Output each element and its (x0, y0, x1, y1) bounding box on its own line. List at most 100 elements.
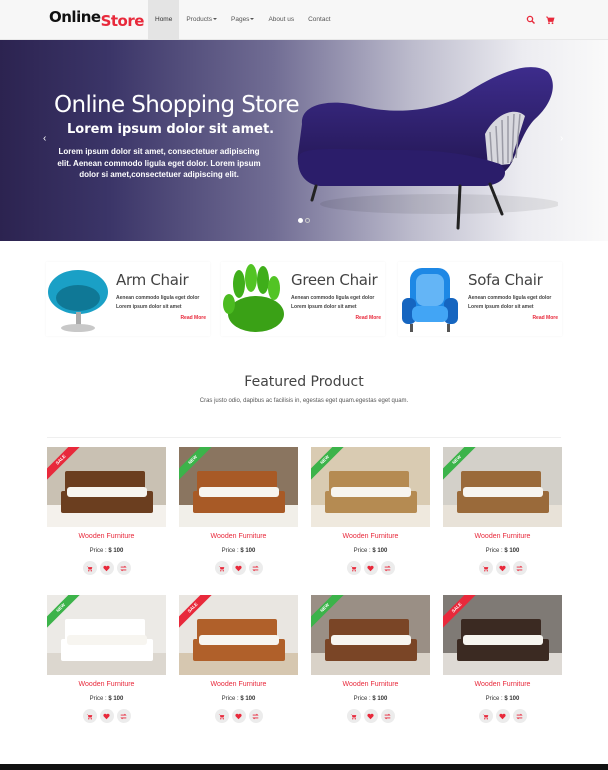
product-card[interactable]: SALE Wooden Furniture Price : $ 100 (47, 447, 166, 587)
price-value: $ 100 (372, 548, 388, 554)
slider-dot-1[interactable] (298, 218, 303, 223)
product-actions (443, 709, 562, 723)
add-to-cart-button[interactable] (478, 561, 493, 575)
nav-pages[interactable]: Pages (224, 0, 261, 40)
product-card[interactable]: NEW Wooden Furniture Price : $ 100 (47, 595, 166, 735)
product-card[interactable]: NEW Wooden Furniture Price : $ 100 (179, 447, 298, 587)
price-label: Price : (485, 696, 503, 702)
hero-subtitle: Lorem ipsum dolor sit amet. (67, 122, 275, 137)
heart-icon (367, 713, 374, 719)
wishlist-button[interactable] (231, 709, 246, 723)
compare-button[interactable] (116, 709, 131, 723)
slider-next-arrow[interactable]: › (560, 133, 563, 144)
add-to-cart-button[interactable] (82, 561, 97, 575)
nav-home[interactable]: Home (148, 0, 180, 40)
wishlist-button[interactable] (363, 561, 378, 575)
read-more-link[interactable]: Read More (532, 315, 558, 321)
compare-button[interactable] (512, 561, 527, 575)
product-badge: SALE (179, 595, 213, 629)
product-name[interactable]: Wooden Furniture (47, 681, 166, 688)
price-label: Price : (353, 548, 371, 554)
wishlist-button[interactable] (495, 709, 510, 723)
nav-pages-label: Pages (231, 16, 250, 23)
price-label: Price : (89, 548, 107, 554)
hero-slider: Online Shopping Store Lorem ipsum dolor … (0, 40, 608, 241)
price-label: Price : (485, 548, 503, 554)
product-actions (311, 561, 430, 575)
slider-dot-2[interactable] (305, 218, 310, 223)
add-to-cart-button[interactable] (82, 709, 97, 723)
compare-icon (384, 565, 391, 571)
hero-title: Online Shopping Store (54, 92, 300, 118)
nav-about[interactable]: About us (261, 0, 301, 40)
product-card[interactable]: NEW Wooden Furniture Price : $ 100 (311, 595, 430, 735)
compare-icon (252, 565, 259, 571)
product-price: Price : $ 100 (47, 548, 166, 554)
product-price: Price : $ 100 (179, 696, 298, 702)
price-value: $ 100 (108, 696, 124, 702)
nav-contact[interactable]: Contact (301, 0, 337, 40)
heart-icon (103, 713, 110, 719)
read-more-link[interactable]: Read More (180, 315, 206, 321)
product-price: Price : $ 100 (311, 548, 430, 554)
compare-icon (384, 713, 391, 719)
product-price: Price : $ 100 (311, 696, 430, 702)
site-logo[interactable]: OnlineStore (49, 6, 144, 30)
product-name[interactable]: Wooden Furniture (179, 533, 298, 540)
product-card[interactable]: SALE Wooden Furniture Price : $ 100 (443, 595, 562, 735)
add-to-cart-button[interactable] (346, 709, 361, 723)
product-actions (443, 561, 562, 575)
search-icon[interactable] (526, 15, 536, 25)
product-badge: NEW (47, 595, 81, 629)
product-name[interactable]: Wooden Furniture (179, 681, 298, 688)
wishlist-button[interactable] (99, 709, 114, 723)
badge-label: SALE (443, 595, 477, 629)
heart-icon (235, 565, 242, 571)
add-to-cart-button[interactable] (214, 561, 229, 575)
product-name[interactable]: Wooden Furniture (443, 681, 562, 688)
product-badge: NEW (179, 447, 213, 481)
add-to-cart-button[interactable] (214, 709, 229, 723)
product-name[interactable]: Wooden Furniture (311, 533, 430, 540)
cart-icon (218, 565, 225, 572)
hero-sofa-image (297, 67, 558, 230)
cart-icon (350, 565, 357, 572)
wishlist-button[interactable] (231, 561, 246, 575)
nav-products[interactable]: Products (179, 0, 224, 40)
product-card[interactable]: NEW Wooden Furniture Price : $ 100 (443, 447, 562, 587)
compare-button[interactable] (380, 709, 395, 723)
product-name[interactable]: Wooden Furniture (311, 681, 430, 688)
compare-button[interactable] (380, 561, 395, 575)
category-card-arm-chair[interactable]: Arm Chair Aenean commodo ligula eget dol… (46, 262, 210, 336)
add-to-cart-button[interactable] (478, 709, 493, 723)
product-actions (47, 561, 166, 575)
compare-button[interactable] (248, 709, 263, 723)
hero-text: Lorem ipsum dolor sit amet, consectetuer… (57, 147, 261, 179)
heart-icon (499, 713, 506, 719)
slider-prev-arrow[interactable]: ‹ (43, 133, 46, 144)
read-more-link[interactable]: Read More (355, 315, 381, 321)
cart-icon (218, 713, 225, 720)
product-name[interactable]: Wooden Furniture (443, 533, 562, 540)
category-card-green-chair[interactable]: Green Chair Aenean commodo ligula eget d… (221, 262, 385, 336)
product-card[interactable]: SALE Wooden Furniture Price : $ 100 (179, 595, 298, 735)
wishlist-button[interactable] (495, 561, 510, 575)
cart-icon[interactable] (545, 15, 555, 25)
badge-label: NEW (47, 595, 81, 629)
price-label: Price : (89, 696, 107, 702)
compare-button[interactable] (512, 709, 527, 723)
product-name[interactable]: Wooden Furniture (47, 533, 166, 540)
product-badge: NEW (443, 447, 477, 481)
compare-button[interactable] (116, 561, 131, 575)
cart-icon (482, 713, 489, 720)
wishlist-button[interactable] (363, 709, 378, 723)
product-card[interactable]: NEW Wooden Furniture Price : $ 100 (311, 447, 430, 587)
category-card-sofa-chair[interactable]: Sofa Chair Aenean commodo ligula eget do… (398, 262, 562, 336)
product-badge: SALE (443, 595, 477, 629)
price-label: Price : (221, 548, 239, 554)
add-to-cart-button[interactable] (346, 561, 361, 575)
wishlist-button[interactable] (99, 561, 114, 575)
badge-label: NEW (443, 447, 477, 481)
badge-label: SALE (47, 447, 81, 481)
compare-button[interactable] (248, 561, 263, 575)
